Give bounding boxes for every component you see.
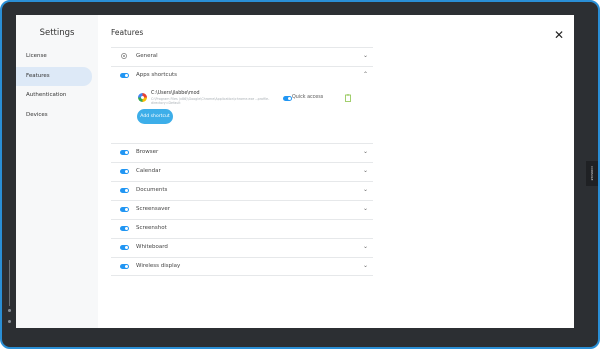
feature-toggle[interactable] (120, 264, 129, 269)
page-title: Features (111, 28, 144, 37)
clipboard-icon[interactable] (345, 94, 351, 102)
quick-access-toggle[interactable] (283, 96, 292, 101)
settings-window: Settings License Features Authentication… (16, 15, 574, 328)
feature-label: Browser (136, 149, 159, 155)
feature-toggle[interactable] (120, 226, 129, 231)
shortcut-path: C:\Program Files (x86)\Google\Chrome\App… (151, 97, 270, 105)
chevron-down-icon[interactable]: ⌄ (363, 205, 368, 213)
feature-toggle[interactable] (120, 73, 129, 78)
feature-toggle[interactable] (120, 188, 129, 193)
left-edge-dot (8, 320, 11, 323)
feature-toggle[interactable] (120, 150, 129, 155)
feature-label: Documents (136, 187, 168, 193)
settings-title: Settings (39, 28, 75, 38)
sidebar-item-devices[interactable]: Devices (16, 106, 92, 125)
chevron-down-icon[interactable]: ⌄ (363, 167, 368, 175)
quick-access-label: Quick access (292, 95, 324, 100)
close-icon[interactable]: ✕ (554, 29, 564, 41)
chevron-up-icon[interactable]: ⌃ (363, 71, 368, 79)
chevron-down-icon[interactable]: ⌄ (363, 186, 368, 194)
feature-label: Calendar (136, 168, 161, 174)
side-tab[interactable]: CONSOLE (586, 161, 598, 186)
chevron-down-icon[interactable]: ⌄ (363, 243, 368, 251)
feature-row-general[interactable]: General ⌄ (111, 47, 373, 66)
feature-row-calendar[interactable]: Calendar ⌄ (111, 162, 373, 181)
feature-label: Apps shortcuts (136, 72, 178, 78)
shortcut-name: C:\Users\jlabbe\mod (151, 91, 200, 96)
feature-label: Wireless display (136, 263, 181, 269)
feature-label: Whiteboard (136, 244, 168, 250)
add-shortcut-button[interactable]: Add shortcut (137, 109, 173, 124)
sidebar-item-features[interactable]: Features (16, 67, 92, 86)
feature-label: General (136, 53, 158, 59)
feature-label: Screenshot (136, 225, 167, 231)
sidebar-item-authentication[interactable]: Authentication (16, 86, 92, 105)
feature-row-screensaver[interactable]: Screensaver ⌄ (111, 200, 373, 219)
feature-label: Screensaver (136, 206, 171, 212)
display-bezel: Settings License Features Authentication… (0, 0, 600, 349)
chevron-down-icon[interactable]: ⌄ (363, 262, 368, 270)
sidebar: Settings License Features Authentication… (16, 15, 98, 328)
feature-row-browser[interactable]: Browser ⌄ (111, 143, 373, 162)
feature-toggle[interactable] (120, 169, 129, 174)
feature-row-screenshot[interactable]: Screenshot (111, 219, 373, 238)
chevron-down-icon[interactable]: ⌄ (363, 52, 368, 60)
chrome-icon (138, 93, 147, 102)
sidebar-item-license[interactable]: License (16, 47, 92, 66)
feature-row-whiteboard[interactable]: Whiteboard ⌄ (111, 238, 373, 257)
chevron-down-icon[interactable]: ⌄ (363, 148, 368, 156)
feature-row-wireless-display[interactable]: Wireless display ⌄ (111, 257, 373, 276)
left-edge-dot (8, 309, 11, 312)
gear-icon (121, 53, 127, 59)
left-edge-indicator (9, 260, 10, 306)
feature-toggle[interactable] (120, 245, 129, 250)
feature-toggle[interactable] (120, 207, 129, 212)
feature-row-documents[interactable]: Documents ⌄ (111, 181, 373, 200)
